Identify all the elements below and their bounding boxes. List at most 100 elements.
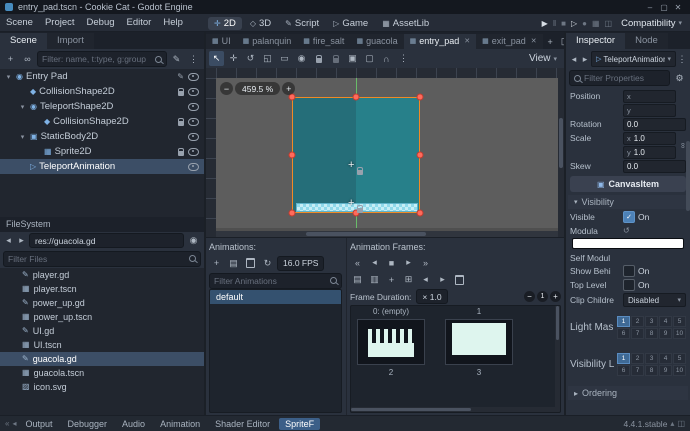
view-menu-button[interactable]: View ▾ bbox=[525, 53, 561, 64]
fs-filter-input[interactable] bbox=[8, 254, 186, 264]
layer-cell[interactable]: 2 bbox=[631, 353, 644, 364]
layer-cell[interactable]: 10 bbox=[673, 328, 686, 339]
expand-arrow-icon[interactable]: ▾ bbox=[4, 73, 13, 81]
lock-node-button[interactable] bbox=[311, 51, 326, 66]
add-animation-button[interactable]: + bbox=[209, 256, 224, 271]
history-forward-button[interactable]: ▸ bbox=[580, 52, 590, 67]
expand-arrow-icon[interactable]: ▾ bbox=[18, 103, 27, 111]
play-scene-button[interactable]: ▷ bbox=[571, 19, 577, 28]
scene-tab-fire-salt[interactable]: ▦fire_salt bbox=[297, 34, 350, 49]
inspector-options-button[interactable]: ⚙ bbox=[672, 71, 687, 86]
file-guacola-gd[interactable]: ✎guacola.gd bbox=[0, 352, 204, 366]
scroll-panel-left-icon[interactable]: ◂ bbox=[12, 419, 16, 428]
layer-cell[interactable]: 1 bbox=[617, 316, 630, 327]
tree-node-collisionshape2d-2[interactable]: ◆ CollisionShape2D bbox=[0, 114, 204, 129]
select-tool-button[interactable]: ↖ bbox=[209, 51, 224, 66]
instance-scene-button[interactable]: ∞ bbox=[20, 52, 35, 67]
lock-icon[interactable] bbox=[178, 121, 184, 126]
position-x-field[interactable]: x bbox=[623, 90, 676, 103]
tree-node-sprite2d[interactable]: ▦ Sprite2D bbox=[0, 144, 204, 159]
rotate-tool-button[interactable]: ↺ bbox=[243, 51, 258, 66]
layer-cell[interactable]: 1 bbox=[617, 353, 630, 364]
stop-button[interactable]: ■ bbox=[561, 19, 566, 28]
tree-node-entry-pad[interactable]: ▾ ◉ Entry Pad ✎ bbox=[0, 69, 204, 84]
copy-frame-button[interactable]: ▤ bbox=[350, 272, 365, 287]
tab-scene[interactable]: Scene bbox=[0, 33, 47, 49]
scene-tab-ui[interactable]: ▦UI bbox=[206, 34, 237, 49]
delete-frame-button[interactable] bbox=[452, 272, 467, 287]
add-node-button[interactable]: + bbox=[3, 52, 18, 67]
visibility-eye-icon[interactable] bbox=[188, 88, 199, 96]
script-icon[interactable]: ✎ bbox=[177, 72, 184, 81]
file-icon-svg[interactable]: ▨icon.svg bbox=[0, 380, 204, 394]
ungroup-button[interactable]: ▢ bbox=[362, 51, 377, 66]
2d-canvas[interactable]: + + − 459.5 % + bbox=[206, 68, 564, 237]
bottom-panel-tab-debugger[interactable]: Debugger bbox=[62, 418, 114, 430]
selection-handle[interactable] bbox=[289, 152, 296, 159]
layer-cell[interactable]: 4 bbox=[659, 353, 672, 364]
tree-node-teleportshape2d[interactable]: ▾ ◉ TeleportShape2D bbox=[0, 99, 204, 114]
file-power-up-tscn[interactable]: ▦power_up.tscn bbox=[0, 310, 204, 324]
bottom-panel-tab-audio[interactable]: Audio bbox=[116, 418, 151, 430]
workspace-tab-3d[interactable]: ◇ 3D bbox=[244, 17, 277, 30]
scene-tab-guacola[interactable]: ▦guacola bbox=[350, 34, 403, 49]
zoom-in-button[interactable]: + bbox=[282, 82, 295, 95]
frames-vertical-scrollbar[interactable] bbox=[555, 306, 560, 412]
visibility-eye-icon[interactable] bbox=[188, 163, 199, 171]
bottom-panel-tab-shader-editor[interactable]: Shader Editor bbox=[209, 418, 276, 430]
layer-cell[interactable]: 7 bbox=[631, 328, 644, 339]
scene-tab-entry-pad[interactable]: ▦entry_pad✕ bbox=[404, 34, 477, 49]
rotation-field[interactable]: 0.0 bbox=[623, 118, 686, 131]
layer-cell[interactable]: 6 bbox=[617, 328, 630, 339]
scroll-panels-left-icon[interactable]: « bbox=[5, 419, 9, 428]
layer-cell[interactable]: 2 bbox=[631, 316, 644, 327]
move-frame-left-button[interactable]: ◂ bbox=[418, 272, 433, 287]
visibility-eye-icon[interactable] bbox=[188, 103, 199, 111]
close-tab-icon[interactable]: ✕ bbox=[531, 37, 537, 45]
snap-toggle-button[interactable]: ∩ bbox=[379, 51, 394, 66]
layer-cell[interactable]: 3 bbox=[645, 353, 658, 364]
tab-inspector[interactable]: Inspector bbox=[566, 33, 625, 49]
animation-item-default[interactable]: default bbox=[210, 290, 341, 304]
bottom-panel-tab-output[interactable]: Output bbox=[19, 418, 58, 430]
property-filter-input[interactable] bbox=[584, 73, 665, 83]
layer-cell[interactable]: 8 bbox=[645, 365, 658, 376]
layer-cell[interactable]: 6 bbox=[617, 365, 630, 376]
layer-cell[interactable]: 8 bbox=[645, 328, 658, 339]
file-power-up-gd[interactable]: ✎power_up.gd bbox=[0, 296, 204, 310]
panels-icon[interactable]: ◫ bbox=[605, 19, 613, 28]
scene-tab-exit-pad[interactable]: ▦exit_pad✕ bbox=[476, 34, 543, 49]
inspector-scrollbar[interactable] bbox=[686, 127, 690, 413]
selection-handle[interactable] bbox=[417, 94, 424, 101]
file-player-gd[interactable]: ✎player.gd bbox=[0, 268, 204, 282]
file-ui-tscn[interactable]: ▦UI.tscn bbox=[0, 338, 204, 352]
section-visibility[interactable]: ▾ Visibility bbox=[568, 195, 688, 209]
add-frames-from-sheet-button[interactable]: ⊞ bbox=[401, 272, 416, 287]
file-ui-gd[interactable]: ✎UI.gd bbox=[0, 324, 204, 338]
play-backwards-button[interactable]: ◂ bbox=[367, 255, 382, 270]
zoom-level[interactable]: 459.5 % bbox=[235, 82, 280, 95]
edited-node-selector[interactable]: ▷ TeleportAnimation ▾ bbox=[591, 51, 676, 67]
fs-focus-button[interactable]: ◉ bbox=[186, 233, 201, 248]
frame-duration-spinbox[interactable]: × 1.0 bbox=[416, 289, 447, 304]
play-backwards-from-end-button[interactable]: « bbox=[350, 255, 365, 270]
inspector-menu-button[interactable]: ⋮ bbox=[677, 52, 687, 67]
frames-zoom-in-button[interactable]: + bbox=[550, 291, 561, 302]
layer-cell[interactable]: 9 bbox=[659, 328, 672, 339]
visibility-eye-icon[interactable] bbox=[188, 73, 199, 81]
stop-frames-button[interactable]: ■ bbox=[384, 255, 399, 270]
move-tool-button[interactable]: ✛ bbox=[226, 51, 241, 66]
attach-script-button[interactable]: ✎ bbox=[169, 52, 184, 67]
scene-filter-input[interactable] bbox=[42, 54, 152, 64]
clip-children-dropdown[interactable]: Disabled ▾ bbox=[623, 293, 686, 307]
visibility-eye-icon[interactable] bbox=[188, 133, 199, 141]
tree-node-collisionshape2d[interactable]: ◆ CollisionShape2D bbox=[0, 84, 204, 99]
modulate-color-swatch[interactable] bbox=[572, 238, 684, 249]
category-canvasitem[interactable]: ▣ CanvasItem bbox=[570, 176, 686, 192]
selection-handle[interactable] bbox=[289, 210, 296, 217]
lock-icon[interactable] bbox=[178, 151, 184, 156]
delete-animation-button[interactable] bbox=[243, 256, 258, 271]
layer-cell[interactable]: 5 bbox=[673, 316, 686, 327]
layer-cell[interactable]: 7 bbox=[631, 365, 644, 376]
node-origin-gizmo[interactable]: + bbox=[348, 199, 354, 207]
